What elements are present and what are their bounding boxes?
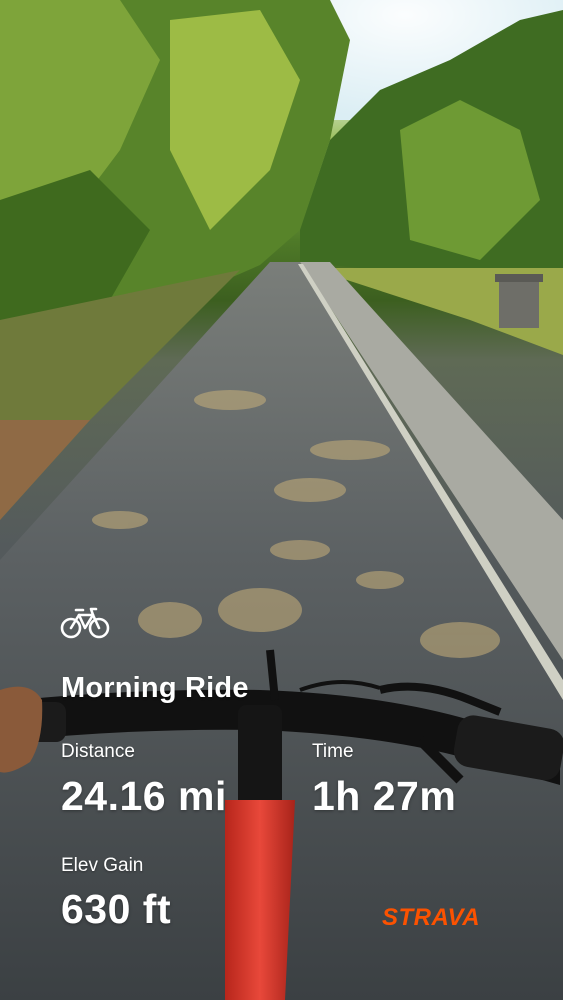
activity-photo-card: Morning Ride Distance 24.16 mi Time 1h 2… <box>0 0 563 1000</box>
elev-gain-value: 630 ft <box>61 886 172 932</box>
strava-logo: STRAVA <box>382 904 480 931</box>
activity-stats-overlay: Morning Ride Distance 24.16 mi Time 1h 2… <box>0 0 563 1000</box>
bike-icon <box>60 607 110 639</box>
elev-gain-label: Elev Gain <box>61 855 144 876</box>
distance-label: Distance <box>61 741 135 762</box>
time-value: 1h 27m <box>312 773 457 819</box>
distance-value: 24.16 mi <box>61 773 227 819</box>
time-label: Time <box>312 741 354 762</box>
strava-logo-text: STRAVA <box>382 904 480 931</box>
activity-title: Morning Ride <box>61 672 249 704</box>
